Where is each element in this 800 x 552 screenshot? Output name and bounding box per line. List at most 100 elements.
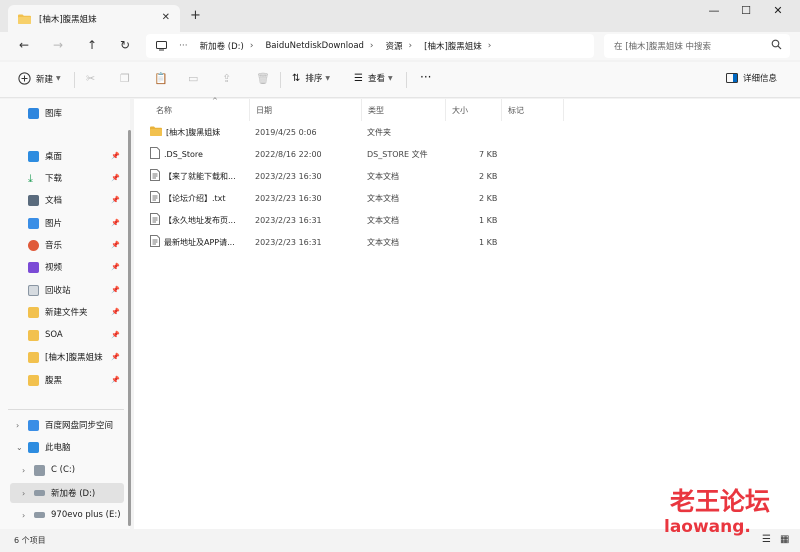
copy-icon[interactable]: ❐: [120, 72, 130, 85]
view-button[interactable]: ☰ 查看 ▼: [354, 72, 393, 85]
recycle-bin-icon: [28, 284, 39, 296]
search-icon[interactable]: [771, 39, 782, 50]
column-header-size[interactable]: 大小: [446, 99, 502, 121]
tiles-view-icon[interactable]: ▦: [780, 534, 789, 545]
pin-icon[interactable]: 📌: [111, 152, 120, 160]
pin-icon[interactable]: 📌: [111, 241, 120, 249]
maximize-button[interactable]: ☐: [736, 4, 756, 20]
refresh-button[interactable]: ↻: [117, 38, 133, 54]
drive-icon: [34, 512, 45, 518]
back-button[interactable]: ←: [16, 38, 32, 54]
sidebar-item-videos[interactable]: 视频 📌: [10, 257, 124, 277]
new-tab-button[interactable]: +: [190, 9, 201, 22]
breadcrumb-overflow[interactable]: ···: [179, 41, 188, 51]
sidebar-item-downloads[interactable]: ⤓ 下载 📌: [10, 168, 124, 188]
sidebar-item-label: [柚木]腹黑姐妹: [45, 353, 103, 363]
more-options-button[interactable]: ···: [420, 70, 431, 84]
column-header-tags[interactable]: 标记: [502, 99, 564, 121]
paste-icon[interactable]: 📋: [154, 72, 168, 85]
sidebar-scrollbar[interactable]: [128, 130, 131, 526]
rename-icon[interactable]: ▭: [188, 72, 198, 85]
file-name-cell[interactable]: 【论坛介绍】.txt: [150, 187, 226, 209]
sidebar-item-label: 970evo plus (E:): [51, 510, 121, 520]
file-name-cell[interactable]: 【永久地址发布页...: [150, 209, 236, 231]
file-type: 文本文档: [367, 171, 399, 181]
file-row[interactable]: 【永久地址发布页... 2023/2/23 16:31 文本文档 1 KB: [144, 209, 644, 231]
delete-icon[interactable]: 🗑: [256, 72, 270, 85]
sidebar-item-music[interactable]: 音乐 📌: [10, 235, 124, 255]
sidebar-item-current-folder[interactable]: [柚木]腹黑姐妹 📌: [10, 347, 124, 367]
folder-icon: [18, 14, 31, 24]
pin-icon[interactable]: 📌: [111, 196, 120, 204]
breadcrumb-resources[interactable]: 资源: [386, 40, 403, 52]
file-row[interactable]: 【论坛介绍】.txt 2023/2/23 16:30 文本文档 2 KB: [144, 187, 644, 209]
chevron-right-icon[interactable]: ›: [370, 41, 374, 51]
file-name: 最新地址及APP请...: [164, 237, 235, 247]
pin-icon[interactable]: 📌: [111, 174, 120, 182]
file-name-cell[interactable]: .DS_Store: [150, 143, 203, 165]
new-button[interactable]: 新建 ▼: [18, 72, 61, 85]
file-row[interactable]: 最新地址及APP请... 2023/2/23 16:31 文本文档 1 KB: [144, 231, 644, 253]
file-name: 【永久地址发布页...: [164, 215, 236, 225]
address-bar[interactable]: ··· 新加卷 (D:) › BaiduNetdiskDownload › 资源…: [146, 34, 594, 58]
chevron-right-icon[interactable]: ›: [250, 41, 254, 51]
breadcrumb-baidu[interactable]: BaiduNetdiskDownload: [265, 41, 363, 51]
file-row[interactable]: 【来了就能下载和... 2023/2/23 16:30 文本文档 2 KB: [144, 165, 644, 187]
breadcrumb-current[interactable]: [柚木]腹黑姐妹: [424, 40, 482, 52]
details-view-icon[interactable]: ☰: [762, 534, 771, 545]
close-window-button[interactable]: ✕: [768, 4, 788, 20]
sidebar-item-drive-d[interactable]: › 新加卷 (D:): [10, 483, 124, 503]
cut-icon[interactable]: ✂: [86, 72, 95, 85]
sidebar-item-soa[interactable]: SOA 📌: [10, 325, 124, 345]
pin-icon[interactable]: 📌: [111, 219, 120, 227]
column-header-type[interactable]: 类型: [362, 99, 446, 121]
file-name-cell[interactable]: 最新地址及APP请...: [150, 231, 235, 253]
pin-icon[interactable]: 📌: [111, 376, 120, 384]
sidebar-item-pictures[interactable]: 图片 📌: [10, 213, 124, 233]
pin-icon[interactable]: 📌: [111, 353, 120, 361]
navigation-pane: 图库 桌面 📌 ⤓ 下载 📌 文档 📌 图片 📌 音乐 📌 视频 📌 回收站 📌…: [0, 99, 130, 529]
chevron-right-icon[interactable]: ›: [22, 489, 25, 498]
column-header-name[interactable]: ^ 名称: [150, 97, 250, 121]
file-type: DS_STORE 文件: [367, 149, 428, 159]
pin-icon[interactable]: 📌: [111, 308, 120, 316]
tab-current-folder[interactable]: [柚木]腹黑姐妹 ✕: [8, 5, 180, 32]
forward-button[interactable]: →: [50, 38, 66, 54]
sidebar-item-fuhei[interactable]: 腹黑 📌: [10, 370, 124, 390]
sidebar-item-drive-e[interactable]: › 970evo plus (E:): [10, 505, 124, 525]
search-box[interactable]: 在 [柚木]腹黑姐妹 中搜索: [604, 34, 790, 58]
sidebar-item-drive-c[interactable]: › C (C:): [10, 460, 124, 480]
chevron-right-icon[interactable]: ›: [22, 466, 25, 475]
file-row[interactable]: [柚木]腹黑姐妹 2019/4/25 0:06 文件夹: [144, 121, 644, 143]
details-pane-button[interactable]: 详细信息: [726, 72, 777, 84]
sidebar-item-documents[interactable]: 文档 📌: [10, 190, 124, 210]
chevron-right-icon[interactable]: ›: [488, 41, 492, 51]
sidebar-item-this-pc[interactable]: ⌄ 此电脑: [10, 437, 124, 457]
sidebar-item-new-folder[interactable]: 新建文件夹 📌: [10, 302, 124, 322]
sidebar-item-label: 视频: [45, 263, 63, 273]
sidebar-item-gallery[interactable]: 图库: [10, 103, 124, 123]
close-tab-icon[interactable]: ✕: [162, 12, 170, 23]
pin-icon[interactable]: 📌: [111, 286, 120, 294]
chevron-down-icon[interactable]: ⌄: [16, 443, 23, 452]
chevron-right-icon[interactable]: ›: [22, 511, 25, 520]
pin-icon[interactable]: 📌: [111, 263, 120, 271]
share-icon[interactable]: ⇪: [222, 72, 231, 85]
file-name-cell[interactable]: 【来了就能下载和...: [150, 165, 236, 187]
chevron-right-icon[interactable]: ›: [16, 421, 19, 430]
sidebar-item-desktop[interactable]: 桌面 📌: [10, 146, 124, 166]
sidebar-item-baidu-sync[interactable]: › 百度网盘同步空间: [10, 415, 124, 435]
sidebar-item-recycle-bin[interactable]: 回收站 📌: [10, 280, 124, 300]
pin-icon[interactable]: 📌: [111, 331, 120, 339]
chevron-right-icon[interactable]: ›: [409, 41, 413, 51]
file-date: 2022/8/16 22:00: [255, 149, 322, 159]
file-row[interactable]: .DS_Store 2022/8/16 22:00 DS_STORE 文件 7 KB: [144, 143, 644, 165]
sort-button[interactable]: ⇅ 排序 ▼: [292, 72, 330, 85]
breadcrumb-drive[interactable]: 新加卷 (D:): [200, 40, 244, 52]
column-header-date[interactable]: 日期: [250, 99, 362, 121]
chevron-down-icon: ▼: [56, 75, 61, 82]
minimize-button[interactable]: —: [704, 4, 724, 20]
file-name-cell[interactable]: [柚木]腹黑姐妹: [150, 121, 220, 143]
up-button[interactable]: ↑: [84, 38, 100, 54]
gallery-icon: [28, 107, 39, 119]
